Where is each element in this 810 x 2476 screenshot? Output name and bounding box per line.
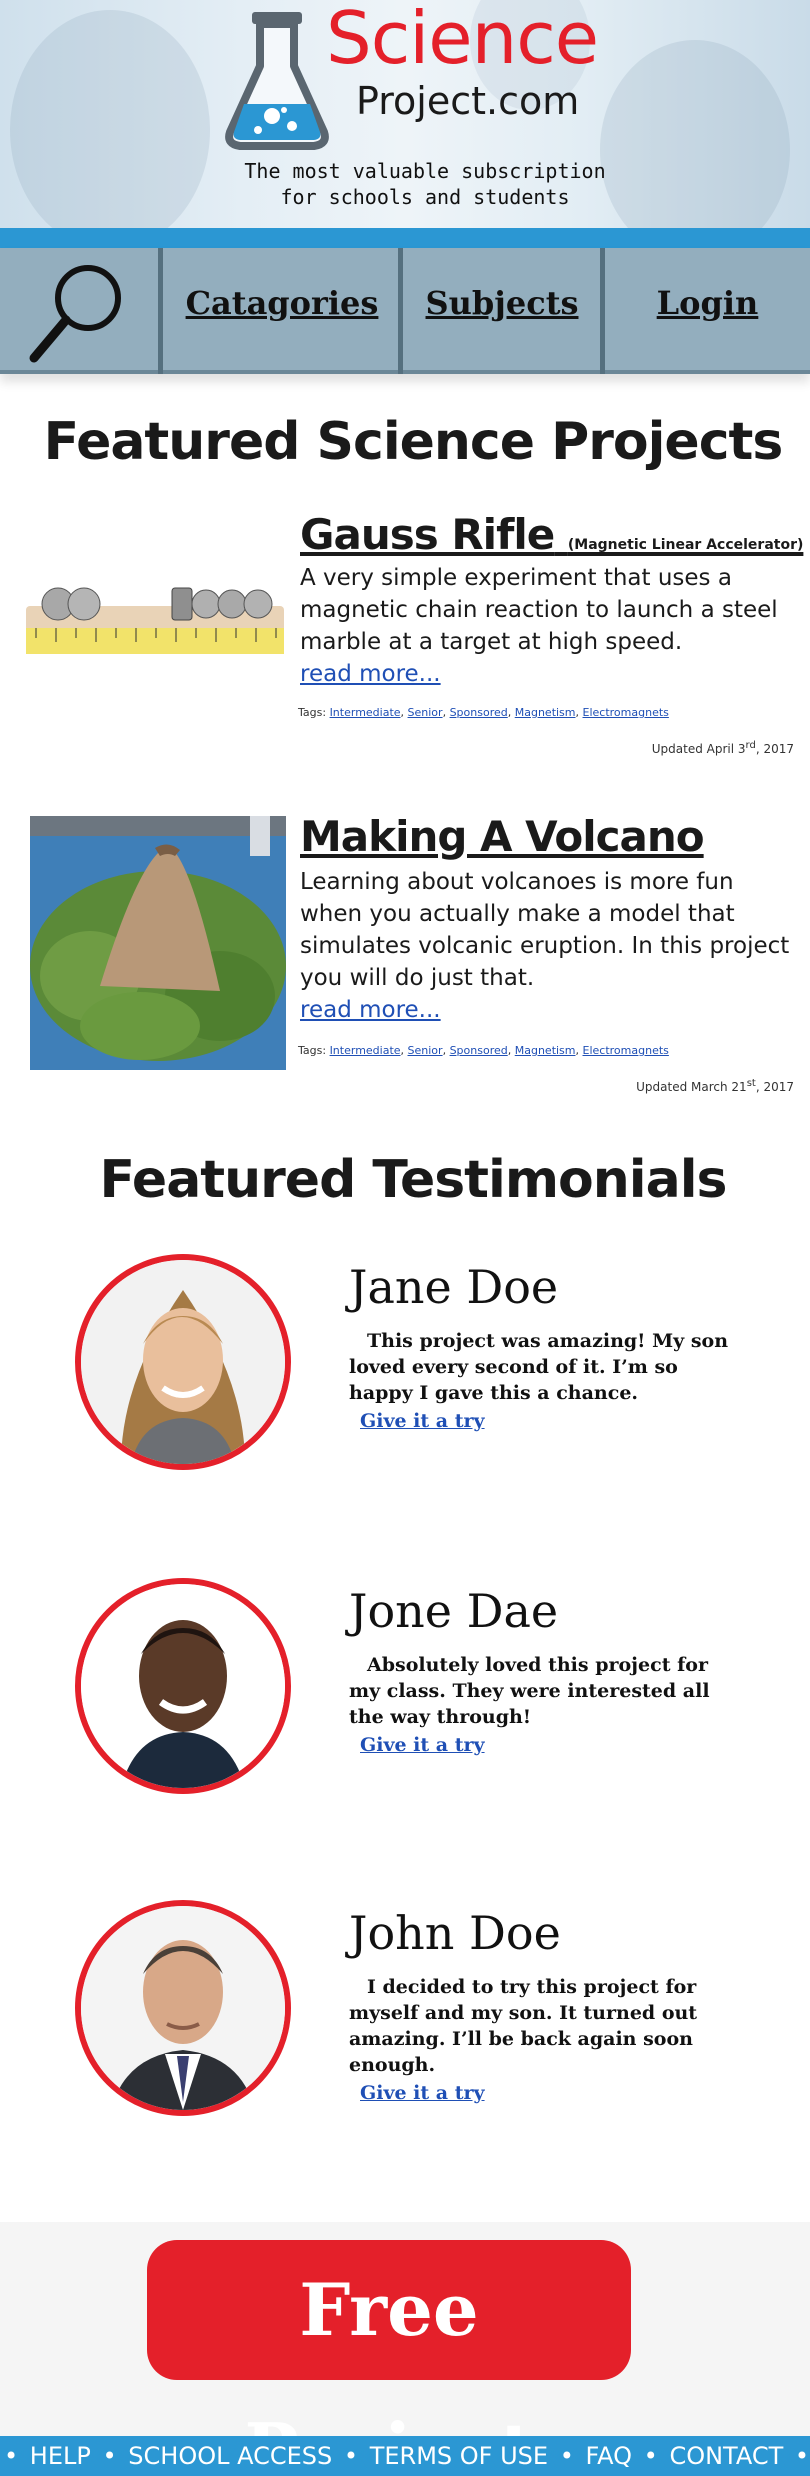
main-nav: Catagories Subjects Login	[0, 248, 810, 374]
nav-item-categories[interactable]: Catagories	[165, 284, 399, 334]
nav-item-login[interactable]: Login	[605, 284, 810, 334]
updated-date-text: Updated April 3	[651, 742, 746, 756]
testimonial-card: Jone Dae Absolutely loved this project f…	[0, 1578, 810, 1808]
updated-year: , 2017	[755, 1080, 794, 1094]
footer-separator: •	[559, 2442, 574, 2470]
project-title-text[interactable]: Gauss Rifle	[300, 510, 555, 559]
nav-accent-bar	[0, 228, 810, 248]
avatar	[75, 1254, 291, 1470]
footer-link-contact[interactable]: CONTACT	[669, 2442, 783, 2470]
updated-date: Updated April 3rd, 2017	[652, 740, 794, 756]
tag-link[interactable]: Electromagnets	[583, 1044, 669, 1057]
project-tags: Tags: Intermediate, Senior, Sponsored, M…	[298, 1044, 669, 1057]
tag-link[interactable]: Electromagnets	[583, 706, 669, 719]
date-suffix: st	[746, 1078, 756, 1089]
tag-link[interactable]: Intermediate	[330, 706, 401, 719]
tagline-line: for schools and students	[280, 185, 570, 209]
project-card: Making A Volcano Learning about volcanoe…	[0, 812, 810, 1102]
testimonial-name: John Doe	[349, 1906, 561, 1960]
testimonial-card: John Doe I decided to try this project f…	[0, 1900, 810, 2130]
give-it-a-try-link[interactable]: Give it a try	[360, 2082, 485, 2104]
give-it-a-try-link[interactable]: Give it a try	[360, 1410, 485, 1432]
tag-link[interactable]: Sponsored	[450, 706, 508, 719]
logo-project-text: Project.com	[356, 79, 580, 123]
tag-link[interactable]: Sponsored	[450, 1044, 508, 1057]
volcano-image	[30, 816, 286, 1070]
testimonial-quote: This project was amazing! My son loved e…	[349, 1330, 729, 1404]
avatar	[75, 1578, 291, 1794]
give-it-a-try-link[interactable]: Give it a try	[360, 1734, 485, 1756]
testimonial-card: Jane Doe This project was amazing! My so…	[0, 1254, 810, 1484]
site-header: Science Project.com The most valuable su…	[0, 0, 810, 228]
tag-link[interactable]: Magnetism	[515, 706, 576, 719]
project-card: Gauss Rifle (Magnetic Linear Accelerator…	[0, 510, 810, 770]
footer-link-school-access[interactable]: SCHOOL ACCESS	[128, 2442, 332, 2470]
testimonials-heading: Featured Testimonials	[99, 1150, 728, 1210]
flask-logo-icon	[225, 12, 329, 150]
nav-item-subjects[interactable]: Subjects	[403, 284, 601, 334]
project-title[interactable]: Making A Volcano	[300, 812, 705, 861]
footer-separator: •	[102, 2442, 117, 2470]
project-description: A very simple experiment that uses a mag…	[300, 562, 790, 690]
testimonial-name: Jane Doe	[349, 1260, 559, 1314]
footer-separator: •	[794, 2442, 810, 2470]
avatar	[75, 1900, 291, 2116]
tag-link[interactable]: Senior	[408, 706, 443, 719]
project-title[interactable]: Gauss Rifle (Magnetic Linear Accelerator…	[300, 510, 803, 559]
testimonial-quote: I decided to try this project for myself…	[349, 1976, 698, 2076]
tag-link[interactable]: Senior	[408, 1044, 443, 1057]
project-description-text: Learning about volcanoes is more fun whe…	[300, 869, 790, 991]
tagline-line: The most valuable subscription	[244, 159, 606, 183]
free-project-button[interactable]: Free Project	[147, 2240, 631, 2476]
project-subtitle: (Magnetic Linear Accelerator)	[567, 537, 804, 553]
footer-bar: • HELP • SCHOOL ACCESS • TERMS OF USE • …	[0, 2436, 810, 2476]
tags-label: Tags:	[298, 1044, 327, 1057]
updated-date: Updated March 21st, 2017	[636, 1078, 794, 1094]
read-more-link[interactable]: read more...	[300, 661, 441, 687]
footer-separator: •	[643, 2442, 658, 2470]
project-tags: Tags: Intermediate, Senior, Sponsored, M…	[298, 706, 669, 719]
magnifier-icon	[29, 265, 121, 363]
testimonial-quote: Absolutely loved this project for my cla…	[349, 1654, 710, 1728]
tagline: The most valuable subscription for schoo…	[0, 158, 810, 210]
gauss-rifle-image	[26, 578, 284, 678]
featured-projects-heading: Featured Science Projects	[43, 412, 784, 472]
footer-link-faq[interactable]: FAQ	[586, 2442, 633, 2470]
nav-divider	[158, 248, 163, 374]
read-more-link[interactable]: read more...	[300, 997, 441, 1023]
project-description: Learning about volcanoes is more fun whe…	[300, 866, 790, 1026]
footer-separator: •	[4, 2442, 19, 2470]
logo-science-text: Science	[326, 0, 599, 80]
project-description-text: A very simple experiment that uses a mag…	[300, 565, 778, 655]
updated-date-text: Updated March 21	[636, 1080, 747, 1094]
footer-link-help[interactable]: HELP	[30, 2442, 91, 2470]
date-suffix: rd	[745, 740, 756, 751]
tag-link[interactable]: Magnetism	[515, 1044, 576, 1057]
updated-year: , 2017	[755, 742, 794, 756]
footer-link-terms-of-use[interactable]: TERMS OF USE	[370, 2442, 548, 2470]
testimonial-name: Jone Dae	[349, 1584, 559, 1638]
tag-link[interactable]: Intermediate	[330, 1044, 401, 1057]
search-button[interactable]	[24, 256, 134, 366]
footer-separator: •	[343, 2442, 359, 2470]
tags-label: Tags:	[298, 706, 327, 719]
